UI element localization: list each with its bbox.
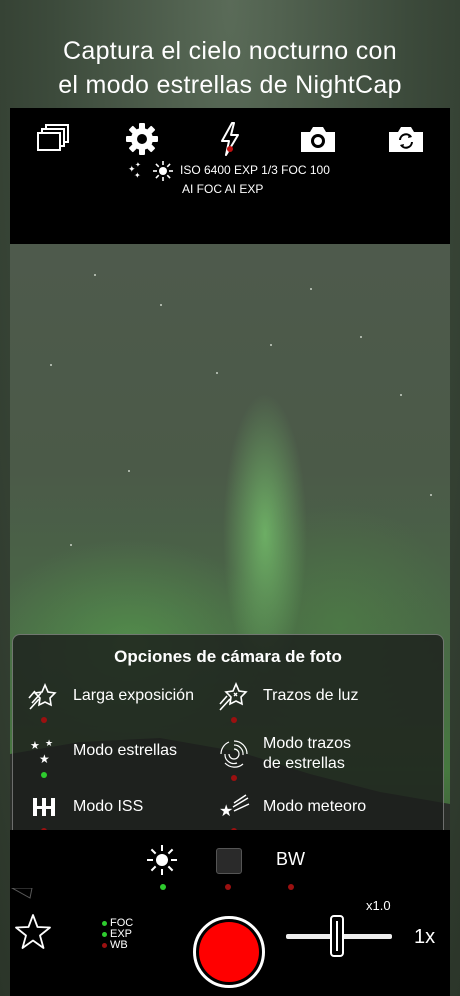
option-long-exposure[interactable]: Larga exposición xyxy=(27,679,194,723)
top-toolbar: ✦ ✦ ✦ ISO 6400 EXP 1/3 FOC 100 AI FOC AI… xyxy=(10,108,450,244)
exposure-toggle[interactable] xyxy=(146,844,178,876)
status-dot-active xyxy=(41,772,47,778)
shutter-button[interactable] xyxy=(193,916,265,988)
switch-camera-icon xyxy=(389,127,423,152)
long-exposure-icon xyxy=(27,679,61,723)
option-iss-mode[interactable]: Modo ISS xyxy=(27,790,144,834)
sky-star xyxy=(94,274,96,276)
svg-text:✦: ✦ xyxy=(134,171,141,180)
zoom-label[interactable]: 1x xyxy=(414,926,435,949)
sky-star xyxy=(400,394,402,396)
sky-star xyxy=(70,544,72,546)
zoom-multiplier: x1.0 xyxy=(366,898,391,913)
headline: Captura el cielo nocturno con el modo es… xyxy=(0,34,460,102)
status-dot xyxy=(231,775,237,781)
bw-status-dot xyxy=(288,884,294,890)
light-trails-icon xyxy=(217,679,251,723)
option-meteor-mode[interactable]: ★ Modo meteoro xyxy=(217,790,367,834)
ai-status: AI FOC AI EXP xyxy=(182,182,264,196)
quick-settings-row: BW xyxy=(10,830,450,892)
switch-camera-button[interactable] xyxy=(384,116,428,162)
mode-star-button[interactable] xyxy=(13,912,53,952)
headline-line-2: el modo estrellas de NightCap xyxy=(58,71,402,99)
option-label: Modo meteoro xyxy=(263,798,367,815)
svg-text:✦: ✦ xyxy=(135,161,141,169)
option-label: Trazos de luz xyxy=(263,687,359,704)
sky-star xyxy=(430,494,432,496)
panel-title: Opciones de cámara de foto xyxy=(114,647,342,666)
option-label: Modo ISS xyxy=(73,798,144,815)
grey-filter-toggle[interactable] xyxy=(216,848,242,874)
phone-screen: ✦ ✦ ✦ ISO 6400 EXP 1/3 FOC 100 AI FOC AI… xyxy=(10,108,450,996)
settings-button[interactable] xyxy=(120,116,164,162)
option-light-trails[interactable]: Trazos de luz xyxy=(217,679,359,723)
status-dot xyxy=(231,717,237,723)
meteor-icon: ★ xyxy=(217,790,251,834)
flash-button[interactable] xyxy=(208,116,252,162)
iss-icon xyxy=(27,790,61,834)
headline-line-1: Captura el cielo nocturno con xyxy=(63,37,397,65)
gear-icon xyxy=(126,123,158,155)
exposure-status-dot xyxy=(160,884,166,890)
bw-toggle[interactable]: BW xyxy=(276,849,305,870)
camera-mode-button[interactable] xyxy=(296,116,340,162)
gallery-button[interactable] xyxy=(32,116,76,162)
gallery-icon xyxy=(37,124,69,151)
sky-star xyxy=(50,364,52,366)
svg-text:★: ★ xyxy=(45,739,53,749)
option-label-second-line: de estrellas xyxy=(263,755,345,772)
sky-star xyxy=(360,336,362,338)
sky-star xyxy=(270,344,272,346)
option-label: Larga exposición xyxy=(73,687,194,704)
shutter-record-dot xyxy=(199,922,259,982)
legend-wb: WB xyxy=(102,940,133,951)
svg-text:★: ★ xyxy=(30,739,40,752)
star-outline-icon xyxy=(15,914,51,949)
stars-mode-icon: ★ ★ ★ xyxy=(27,734,61,778)
grey-filter-status-dot xyxy=(225,884,231,890)
option-label: Modo trazos xyxy=(263,735,352,752)
active-mode-indicators: ✦ ✦ ✦ xyxy=(126,160,176,187)
option-label: Modo estrellas xyxy=(73,742,178,759)
sky-star xyxy=(216,372,218,374)
flash-status-dot xyxy=(227,146,233,152)
option-label-group: Modo trazos de estrellas xyxy=(263,734,351,774)
svg-text:★: ★ xyxy=(39,752,50,766)
exposure-readout: ISO 6400 EXP 1/3 FOC 100 xyxy=(180,163,330,177)
zoom-slider-thumb[interactable] xyxy=(330,915,344,957)
option-stars-mode[interactable]: ★ ★ ★ Modo estrellas xyxy=(27,734,178,778)
svg-text:★: ★ xyxy=(219,801,233,820)
sun-icon xyxy=(147,845,177,875)
focus-exposure-legend: FOC EXP WB xyxy=(102,918,133,951)
stars-mini-icon: ✦ ✦ ✦ xyxy=(128,161,173,181)
sky-star xyxy=(128,470,130,472)
camera-icon xyxy=(301,127,335,152)
sky-star xyxy=(310,288,312,290)
status-dot xyxy=(41,717,47,723)
star-trails-icon xyxy=(217,737,251,781)
sky-star xyxy=(160,304,162,306)
panel-callout-pointer xyxy=(10,888,33,899)
option-star-trails[interactable]: Modo trazos de estrellas xyxy=(217,734,351,781)
